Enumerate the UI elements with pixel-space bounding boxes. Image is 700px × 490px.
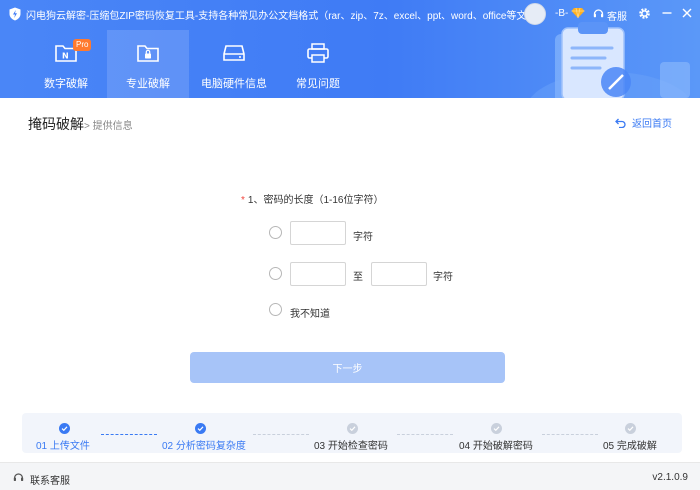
- page-title: 掩码破解: [28, 116, 84, 132]
- gear-icon[interactable]: [638, 7, 651, 20]
- footer: 联系客服 v2.1.0.9: [0, 462, 700, 490]
- minimize-icon[interactable]: [661, 7, 673, 19]
- tab-hardware-info[interactable]: 电脑硬件信息: [196, 30, 272, 98]
- printer-icon: [307, 43, 329, 63]
- tab-faq[interactable]: 常见问题: [280, 30, 356, 98]
- unknown-label[interactable]: 我不知道: [290, 305, 330, 320]
- return-arrow-icon: [615, 118, 626, 128]
- next-step-button[interactable]: 下一步: [190, 352, 505, 383]
- tab-digit-crack[interactable]: N Pro 数字破解: [28, 30, 104, 98]
- password-length-question: * 1、密码的长度（1-16位字符）: [241, 191, 383, 206]
- tab-pro-crack[interactable]: 专业破解: [107, 30, 189, 98]
- exact-length-input[interactable]: [290, 221, 346, 245]
- range-unit: 字符: [433, 272, 453, 283]
- tab-label: 数字破解: [44, 78, 88, 90]
- contact-service-link[interactable]: 联系客服: [30, 472, 70, 487]
- pro-badge: Pro: [73, 39, 92, 51]
- header: 闪电狗云解密-压缩包ZIP密码恢复工具-支持各种常见办公文档格式（rar、zip…: [0, 0, 700, 98]
- radio-length-range[interactable]: [269, 267, 282, 280]
- step-label: 02 分析密码复杂度: [162, 441, 246, 452]
- min-length-input[interactable]: [290, 262, 346, 286]
- tab-label: 常见问题: [296, 78, 340, 90]
- folder-lock-icon: [137, 45, 159, 62]
- svg-text:N: N: [62, 52, 69, 61]
- step-connector: [397, 434, 453, 435]
- username[interactable]: -B-: [555, 8, 568, 19]
- customer-service-link[interactable]: 客服: [607, 8, 627, 23]
- step-check-icon: [625, 423, 636, 434]
- headset-icon[interactable]: [593, 8, 604, 19]
- range-to-label: 至: [353, 272, 363, 283]
- radio-unknown[interactable]: [269, 303, 282, 316]
- step-connector: [542, 434, 598, 435]
- tab-label: 专业破解: [126, 78, 170, 90]
- step-check-icon: [59, 423, 70, 434]
- step-label: 05 完成破解: [603, 441, 657, 452]
- breadcrumb: > 提供信息: [84, 121, 133, 132]
- back-home-link[interactable]: 返回首页: [615, 115, 672, 130]
- progress-steps: 01 上传文件 02 分析密码复杂度 03 开始检查密码 04 开始破解密码 0…: [22, 413, 682, 453]
- required-mark: *: [241, 195, 245, 206]
- headset-icon[interactable]: [13, 472, 24, 482]
- max-length-input[interactable]: [371, 262, 427, 286]
- hard-drive-icon: [223, 45, 245, 61]
- back-home-label: 返回首页: [632, 119, 672, 130]
- step-connector: [101, 434, 157, 435]
- step-check-icon: [491, 423, 502, 434]
- vip-diamond-icon: [571, 7, 585, 19]
- close-icon[interactable]: [681, 7, 693, 19]
- step-check-icon: [347, 423, 358, 434]
- app-title: 闪电狗云解密-压缩包ZIP密码恢复工具-支持各种常见办公文档格式（rar、zip…: [26, 11, 547, 22]
- question-text: 1、密码的长度（1-16位字符）: [247, 195, 384, 206]
- exact-length-unit: 字符: [353, 232, 373, 243]
- step-label: 04 开始破解密码: [459, 441, 533, 452]
- step-label: 03 开始检查密码: [314, 441, 388, 452]
- radio-exact-length[interactable]: [269, 226, 282, 239]
- step-label: 01 上传文件: [36, 441, 90, 452]
- step-check-icon: [195, 423, 206, 434]
- step-connector: [253, 434, 309, 435]
- shield-logo-icon: [9, 7, 21, 21]
- version-label: v2.1.0.9: [652, 472, 688, 483]
- tab-label: 电脑硬件信息: [201, 78, 267, 90]
- clipboard-illustration: [530, 22, 690, 98]
